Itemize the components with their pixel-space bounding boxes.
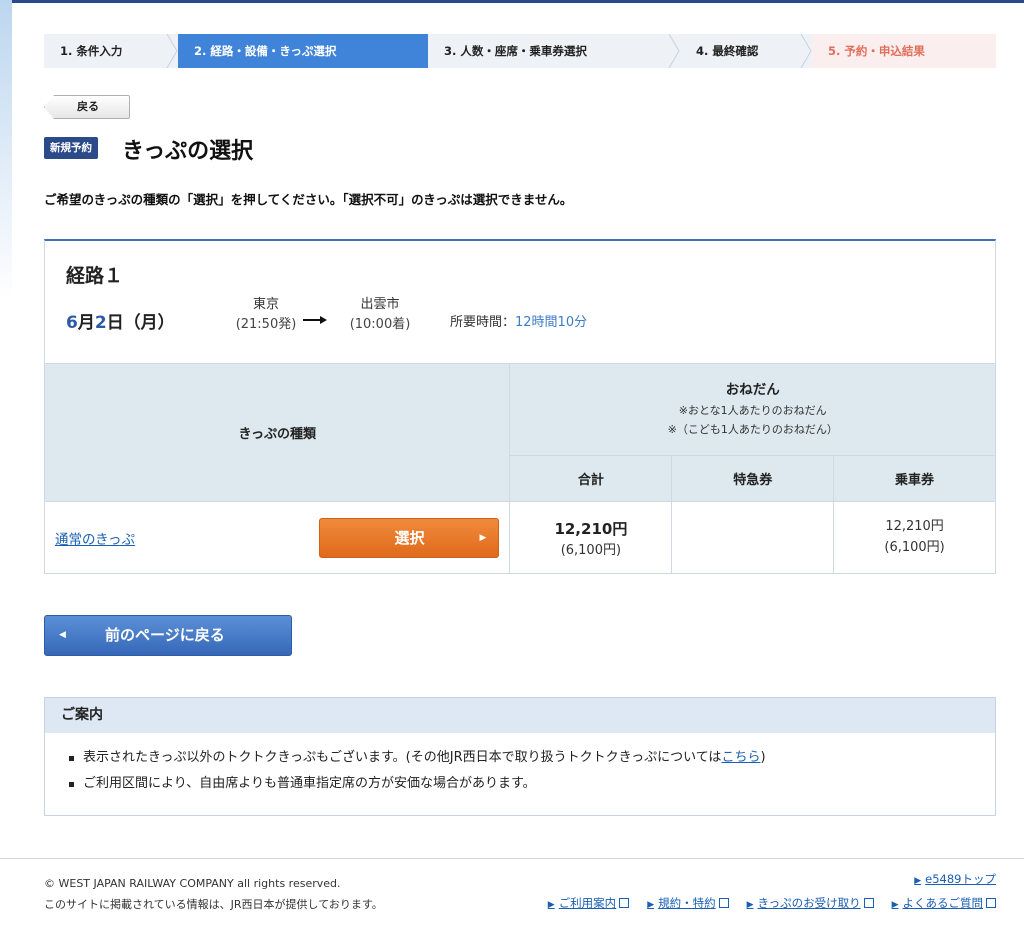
ticket-name-link[interactable]: 通常のきっぷ — [55, 532, 135, 548]
footer-link-label: きっぷのお受け取り — [757, 896, 861, 910]
instruction-text: ご希望のきっぷの種類の「選択」を押してください。「選択不可」のきっぷは選択できま… — [44, 192, 573, 207]
caret-right-icon: ▶ — [479, 533, 487, 543]
fare-price-child: (6,100円) — [884, 539, 945, 555]
step-chevron-icon — [415, 34, 428, 68]
external-link-icon — [986, 898, 996, 908]
step-label: 2. 経路・設備・きっぷ選択 — [194, 44, 337, 58]
here-link[interactable]: こちら — [721, 750, 760, 765]
price-note-child: ※（こども1人あたりのおねだん） — [667, 422, 838, 436]
info-panel: ご案内 表示されたきっぷ以外のトクトクきっぷもございます。(その他JR西日本で取… — [44, 697, 996, 816]
caret-right-icon: ▶ — [914, 876, 922, 886]
footer-top-link[interactable]: ▶ e5489トップ — [914, 871, 996, 887]
back-button[interactable]: 戻る — [44, 95, 130, 119]
footer-link-pickup[interactable]: ▶ きっぷのお受け取り — [747, 895, 874, 911]
select-button[interactable]: 選択 ▶ — [319, 518, 500, 558]
arrival-station-name: 出雲市 — [360, 297, 400, 312]
info-text-end: ) — [760, 750, 766, 765]
date-day-suffix: 日（月） — [106, 313, 175, 333]
prev-page-button[interactable]: ◀ 前のページに戻る — [44, 615, 292, 656]
footer-divider — [0, 858, 1024, 859]
prev-page-label: 前のページに戻る — [105, 626, 225, 644]
footer-link-terms[interactable]: ▶ 規約・特約 — [647, 895, 729, 911]
external-link-icon — [863, 898, 874, 908]
route-title: 経路１ — [66, 265, 124, 287]
col-total-header: 合計 — [509, 455, 673, 502]
external-link-icon — [718, 898, 729, 908]
date-month-suffix: 月 — [77, 313, 95, 333]
info-list: 表示されたきっぷ以外のトクトクきっぷもございます。(その他JR西日本で取り扱うト… — [45, 733, 995, 797]
departure-station-name: 東京 — [252, 297, 279, 312]
duration-value: 12時間10分 — [515, 315, 588, 330]
arrival-station: 出雲市 (10:00着) — [337, 295, 423, 335]
step-label: 5. 予約・申込結果 — [828, 44, 925, 58]
total-price-child: (6,100円) — [560, 542, 622, 558]
footer-link-label: よくあるご質問 — [902, 896, 984, 910]
price-header-title: おねだん — [725, 382, 780, 399]
page-title: きっぷの選択 — [122, 139, 254, 164]
date-month: 6 — [66, 313, 78, 333]
total-price-cell: 12,210円 (6,100円) — [509, 501, 673, 574]
step-1: 1. 条件入力 — [44, 34, 178, 68]
departure-time: (21:50発) — [235, 317, 297, 332]
step-label: 3. 人数・座席・乗車券選択 — [444, 44, 587, 58]
date-day: 2 — [94, 313, 107, 333]
step-label: 1. 条件入力 — [60, 44, 123, 58]
status-badge: 新規予約 — [44, 137, 98, 159]
step-chevron-icon — [166, 34, 178, 68]
top-link-label: e5489トップ — [925, 872, 996, 886]
caret-right-icon: ▶ — [547, 900, 555, 910]
col-express-header: 特急券 — [671, 455, 835, 502]
progress-steps: 1. 条件入力 2. 経路・設備・きっぷ選択 3. 人数・座席・乗車券選択 4.… — [44, 34, 996, 68]
price-header: おねだん ※おとな1人あたりのおねだん ※（こども1人あたりのおねだん） — [509, 363, 996, 456]
caret-right-icon: ▶ — [746, 900, 754, 910]
info-title: ご案内 — [45, 698, 995, 733]
price-note-adult: ※おとな1人あたりのおねだん — [678, 404, 827, 418]
col-fare-header: 乗車券 — [833, 455, 996, 502]
fare-table: きっぷの種類 おねだん ※おとな1人あたりのおねだん ※（こども1人あたりのおね… — [43, 363, 996, 574]
express-price-cell — [671, 501, 835, 574]
step-3: 3. 人数・座席・乗車券選択 — [428, 34, 680, 68]
footer-link-guide[interactable]: ▶ ご利用案内 — [547, 895, 630, 911]
departure-station: 東京 (21:50発) — [223, 295, 309, 335]
route-date: 6月2日（月） — [66, 308, 175, 333]
caret-right-icon: ▶ — [647, 900, 655, 910]
info-text: 表示されたきっぷ以外のトクトクきっぷもございます。(その他JR西日本で取り扱うト… — [83, 750, 722, 765]
left-accent — [0, 0, 12, 300]
step-chevron-icon — [668, 34, 680, 68]
step-2: 2. 経路・設備・きっぷ選択 — [178, 34, 428, 68]
footer-links: ▶ ご利用案内 ▶ 規約・特約 ▶ きっぷのお受け取り ▶ よくあるご質問 — [548, 895, 996, 911]
step-label: 4. 最終確認 — [696, 44, 759, 58]
step-5: 5. 予約・申込結果 — [812, 34, 996, 68]
fare-price: 12,210円 — [885, 518, 944, 534]
top-border — [12, 0, 1024, 3]
step-4: 4. 最終確認 — [680, 34, 812, 68]
caret-left-icon: ◀ — [59, 630, 66, 640]
footer-link-label: 規約・特約 — [658, 896, 716, 910]
ticket-kind-header: きっぷの種類 — [43, 363, 511, 502]
external-link-icon — [619, 898, 630, 908]
travel-duration: 所要時間：12時間10分 — [450, 311, 587, 330]
copyright: © WEST JAPAN RAILWAY COMPANY all rights … — [44, 877, 341, 890]
footer-link-faq[interactable]: ▶ よくあるご質問 — [892, 895, 996, 911]
arrival-time: (10:00着) — [349, 317, 411, 332]
footer-link-label: ご利用案内 — [558, 896, 617, 910]
step-chevron-icon — [800, 34, 812, 68]
select-button-label: 選択 — [394, 529, 425, 547]
list-item: ご利用区間により、自由席よりも普通車指定席の方が安価な場合があります。 — [69, 771, 995, 797]
caret-right-icon: ▶ — [891, 900, 899, 910]
total-price: 12,210円 — [554, 519, 628, 538]
table-row: 通常のきっぷ 選択 ▶ 12,210円 (6,100円) 12,210円 (6,1… — [43, 501, 996, 574]
route-panel: 経路１ 6月2日（月） 東京 (21:50発) 出雲市 (10:00着) 所要時… — [43, 239, 996, 574]
duration-label: 所要時間： — [450, 315, 516, 330]
arrow-right-icon — [303, 316, 327, 324]
ticket-kind-cell: 通常のきっぷ 選択 ▶ — [43, 501, 511, 574]
list-item: 表示されたきっぷ以外のトクトクきっぷもございます。(その他JR西日本で取り扱うト… — [69, 745, 995, 771]
fare-price-cell: 12,210円 (6,100円) — [833, 501, 996, 574]
site-note: このサイトに掲載されている情報は、JR西日本が提供しております。 — [44, 898, 383, 911]
